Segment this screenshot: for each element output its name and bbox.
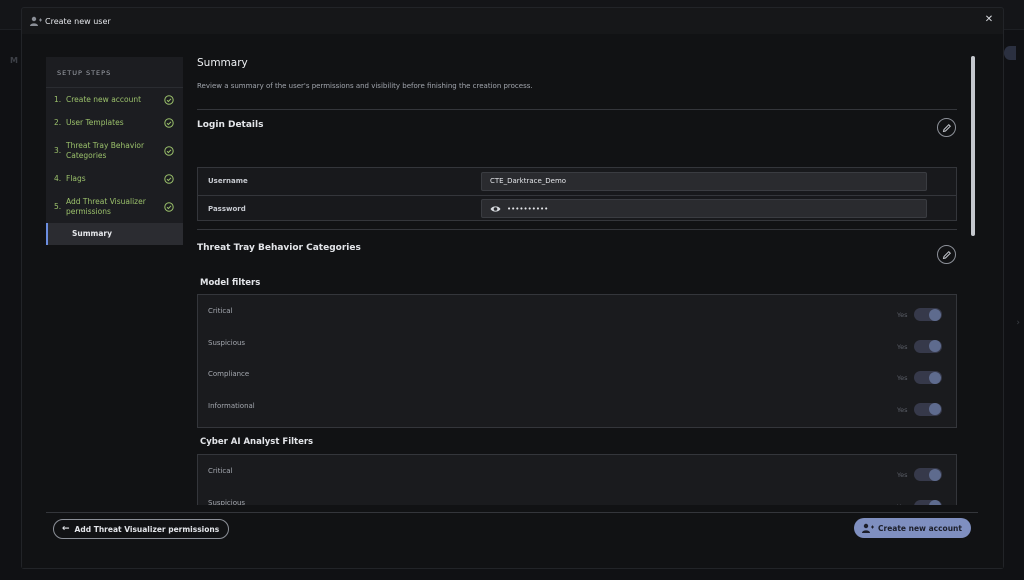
background-chevron-icon: › <box>1016 318 1020 328</box>
setup-steps-list: 1. Create new account 2. User Templates 3. Th… <box>46 88 183 245</box>
close-button[interactable]: ✕ <box>983 14 995 26</box>
step-item[interactable]: 2. User Templates <box>46 111 183 134</box>
analyst-filters-title: Cyber AI Analyst Filters <box>200 437 314 447</box>
filter-label: Informational <box>208 401 255 410</box>
username-label: Username <box>208 177 248 185</box>
toggle-knob <box>929 340 941 352</box>
step-item[interactable]: 5. Add Threat Visualizer permissions <box>46 190 183 223</box>
filter-value: Yes <box>897 342 908 351</box>
password-field: •••••••••• <box>481 199 927 218</box>
step-number: 4. <box>54 174 62 183</box>
username-value: CTE_Darktrace_Demo <box>490 177 567 185</box>
filter-value: Yes <box>897 311 908 319</box>
password-value: •••••••••• <box>507 204 549 213</box>
divider <box>197 229 957 230</box>
add-user-icon <box>862 523 874 533</box>
check-circle-icon <box>164 117 174 128</box>
filter-value: Yes <box>897 405 908 414</box>
toggle-knob <box>929 403 941 415</box>
password-label: Password <box>208 204 246 213</box>
background-text: M <box>10 56 18 65</box>
filter-value: Yes <box>897 374 908 382</box>
filter-row: Compliance Yes <box>198 358 956 390</box>
check-circle-icon <box>164 201 174 212</box>
username-field: CTE_Darktrace_Demo <box>481 171 927 191</box>
filter-toggle[interactable] <box>914 308 942 321</box>
step-label: Threat Tray Behavior Categories <box>66 141 145 160</box>
step-label: Flags <box>66 173 86 183</box>
modal-title: Create new user <box>45 16 111 26</box>
filter-row: Critical Yes <box>198 295 956 327</box>
step-item[interactable]: 1. Create new account <box>46 88 183 111</box>
password-row: Password •••••••••• <box>198 195 956 221</box>
summary-description: Review a summary of the user's permissio… <box>197 82 533 90</box>
filter-row: Suspicious Yes <box>198 487 956 506</box>
page-title: Summary <box>197 57 248 69</box>
step-item[interactable]: 4. Flags <box>46 167 183 190</box>
step-label: Create new account <box>66 94 142 104</box>
check-circle-icon <box>164 145 174 156</box>
analyst-filters-box: Critical Yes Suspicious Yes <box>197 454 957 505</box>
check-circle-icon <box>164 94 174 105</box>
eye-icon[interactable] <box>490 205 501 213</box>
modal-body: SETUP STEPS 1. Create new account 2. User T… <box>22 34 1003 568</box>
setup-steps-title: SETUP STEPS <box>46 57 183 88</box>
filter-toggle[interactable] <box>914 499 942 505</box>
toggle-knob <box>929 371 941 384</box>
login-details-title: Login Details <box>197 120 264 130</box>
filter-row: Informational Yes <box>198 390 956 422</box>
edit-login-button[interactable] <box>937 118 956 137</box>
pencil-icon <box>942 123 951 132</box>
threat-tray-title: Threat Tray Behavior Categories <box>197 243 361 253</box>
step-number: 5. <box>54 202 62 211</box>
filter-label: Suspicious <box>208 338 246 347</box>
filter-value: Yes <box>897 503 908 506</box>
check-circle-icon <box>164 173 174 184</box>
toggle-knob <box>929 500 941 505</box>
filter-toggle[interactable] <box>914 371 942 384</box>
filter-toggle[interactable] <box>914 402 942 416</box>
step-item[interactable]: 3. Threat Tray Behavior Categories <box>46 134 183 167</box>
back-button-label: Add Threat Visualizer permissions <box>74 524 220 534</box>
create-user-modal: Create new user ✕ SETUP STEPS 1. Create n… <box>22 8 1003 568</box>
add-user-icon <box>30 16 42 26</box>
create-button-label: Create new account <box>878 523 962 533</box>
create-account-button[interactable]: Create new account <box>854 518 971 538</box>
step-label: Add Threat Visualizer permissions <box>66 197 146 216</box>
step-number: 1. <box>54 95 62 104</box>
back-button[interactable]: ← Add Threat Visualizer permissions <box>53 519 230 539</box>
step-number: 2. <box>54 118 62 127</box>
filter-label: Critical <box>208 467 233 475</box>
filter-row: Suspicious Yes <box>198 327 956 359</box>
step-label: Summary <box>72 229 113 239</box>
username-row: Username CTE_Darktrace_Demo <box>198 168 956 194</box>
scrollbar-thumb[interactable] <box>971 56 975 236</box>
divider <box>197 109 957 110</box>
step-label: User Templates <box>66 117 124 127</box>
step-item[interactable]: Summary <box>46 223 183 245</box>
toggle-knob <box>929 308 941 321</box>
toggle-knob <box>929 468 941 481</box>
summary-content: Summary Review a summary of the user's p… <box>197 57 957 505</box>
scrollbar[interactable] <box>971 56 975 502</box>
model-filters-box: Critical Yes Suspicious Yes Compliance Yes Inf… <box>197 294 957 428</box>
modal-header: Create new user ✕ <box>22 8 1003 34</box>
login-details-table: Username CTE_Darktrace_Demo Password •••… <box>197 167 957 221</box>
filter-label: Suspicious <box>208 498 246 506</box>
filter-label: Compliance <box>208 370 250 378</box>
footer-divider <box>46 512 978 513</box>
filter-value: Yes <box>897 471 908 479</box>
setup-steps-panel: SETUP STEPS 1. Create new account 2. User T… <box>46 57 183 245</box>
step-number: 3. <box>54 146 62 155</box>
filter-toggle[interactable] <box>914 339 942 353</box>
background-button <box>1004 46 1016 60</box>
filter-row: Critical Yes <box>198 455 956 487</box>
pencil-icon <box>942 250 951 259</box>
filter-toggle[interactable] <box>914 468 942 481</box>
filter-label: Critical <box>208 307 233 315</box>
arrow-left-icon: ← <box>62 524 70 534</box>
model-filters-title: Model filters <box>200 278 261 288</box>
edit-threat-tray-button[interactable] <box>937 245 956 264</box>
